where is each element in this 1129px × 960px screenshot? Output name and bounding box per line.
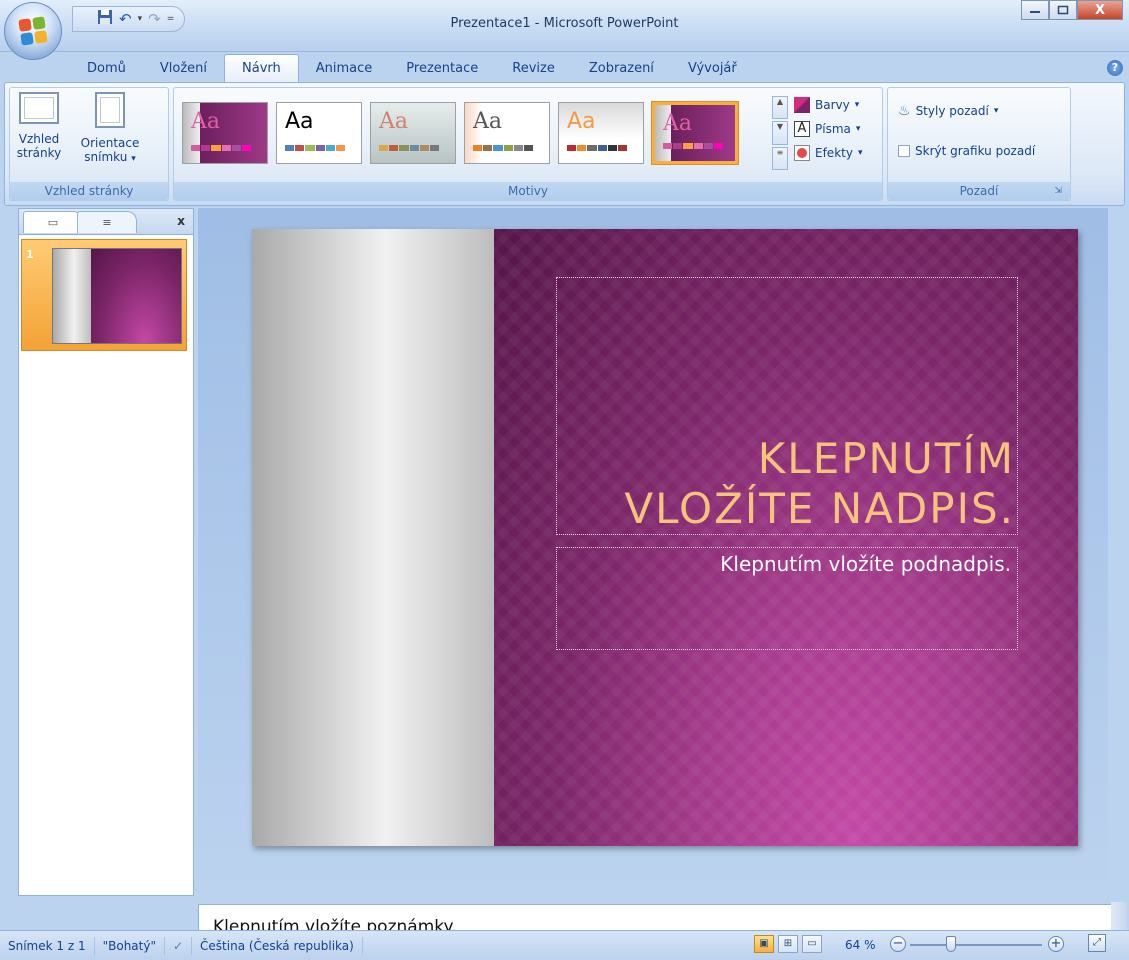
theme-thumb-label: Aa (663, 111, 693, 136)
theme-gallery: Aa Aa Aa Aa Aa Aa (182, 98, 767, 168)
window-title: Prezentace1 - Microsoft PowerPoint (450, 16, 679, 31)
tab-slideshow[interactable]: Prezentace (389, 56, 495, 82)
ribbon-tabs: Domů Vložení Návrh Animace Prezentace Re… (70, 54, 754, 82)
ribbon: Vzhled stránky Orientace snímku ▾ Vzhled… (4, 82, 1125, 206)
fonts-label: Písma (815, 122, 851, 136)
group-label-page-setup: Vzhled stránky (10, 182, 168, 200)
zoom-in-icon[interactable]: + (1048, 936, 1064, 952)
slide-gray-band (252, 229, 494, 846)
hide-graphics-label: Skrýt grafiku pozadí (915, 144, 1036, 158)
slide-counter: Snímek 1 z 1 (0, 936, 95, 955)
slide-title: KLEPNUTÍM VLOŽÍTE NADPIS. (557, 434, 1017, 534)
slide-orientation-button[interactable]: Orientace snímku ▾ (72, 92, 148, 166)
orientation-icon (95, 92, 125, 128)
slide-number: 1 (26, 248, 34, 261)
tab-animations[interactable]: Animace (299, 56, 390, 82)
notes-scrollbar[interactable] (1111, 902, 1127, 932)
theme-thumb-2[interactable]: Aa (276, 102, 362, 164)
window-controls: X (1021, 0, 1123, 20)
slideshow-button[interactable]: ▭ (802, 935, 822, 953)
slide-subtitle: Klepnutím vložíte podnadpis. (720, 552, 1011, 576)
colors-button[interactable]: Barvy ▾ (794, 94, 859, 116)
theme-thumb-label: Aa (191, 109, 221, 134)
slides-panel: ▭ ≡ x 1 (18, 208, 194, 896)
tab-view[interactable]: Zobrazení (572, 56, 671, 82)
group-label-background: Pozadí ⇲ (888, 182, 1070, 200)
theme-thumb-label: Aa (567, 109, 596, 134)
office-button[interactable] (4, 2, 62, 60)
tab-home[interactable]: Domů (70, 56, 143, 82)
slide-thumbnail-image (52, 248, 182, 344)
language-indicator[interactable]: Čeština (Česká republika) (192, 936, 363, 955)
slide-sorter-button[interactable]: ⊞ (778, 935, 798, 953)
group-themes: Aa Aa Aa Aa Aa Aa ▲ ▼ ≡ Barvy ▾ A Písma … (173, 87, 883, 201)
subtitle-placeholder[interactable]: Klepnutím vložíte podnadpis. (556, 547, 1018, 650)
theme-thumb-1[interactable]: Aa (182, 102, 268, 164)
colors-icon (794, 97, 810, 113)
close-button[interactable]: X (1077, 0, 1123, 20)
theme-gallery-scroll: ▲ ▼ ≡ (772, 96, 788, 170)
zoom-level[interactable]: 64 % (845, 938, 876, 952)
background-styles-label: Styly pozadí (915, 104, 989, 118)
theme-thumb-5[interactable]: Aa (558, 102, 644, 164)
slide-thumbnail-selected[interactable]: 1 (21, 239, 187, 351)
gallery-up-icon[interactable]: ▲ (772, 96, 788, 120)
tab-outline[interactable]: ≡ (77, 211, 137, 233)
slide-canvas[interactable]: KLEPNUTÍM VLOŽÍTE NADPIS. Klepnutím vlož… (252, 229, 1078, 846)
fonts-button[interactable]: A Písma ▾ (794, 118, 860, 140)
zoom-slider-thumb[interactable] (945, 936, 956, 952)
theme-thumb-label: Aa (379, 109, 409, 134)
gallery-more-icon[interactable]: ≡ (772, 146, 788, 170)
page-setup-icon (19, 92, 59, 124)
page-setup-label: Vzhled stránky (16, 132, 62, 160)
group-page-setup: Vzhled stránky Orientace snímku ▾ Vzhled… (9, 87, 169, 201)
slide-title-line1: KLEPNUTÍM (757, 434, 1015, 483)
dialog-launcher-icon[interactable]: ⇲ (1054, 182, 1062, 200)
close-panel-icon[interactable]: x (177, 214, 185, 228)
effects-button[interactable]: Efekty ▾ (794, 142, 862, 164)
group-label-themes: Motivy (174, 182, 882, 200)
effects-icon (794, 145, 810, 161)
help-icon[interactable]: ? (1107, 60, 1123, 76)
zoom-slider-track[interactable] (910, 944, 1042, 946)
spelling-check-icon[interactable]: ✓ (165, 936, 193, 955)
slide-title-line2: VLOŽÍTE NADPIS. (624, 484, 1015, 533)
office-logo-icon (18, 16, 48, 46)
paint-bucket-icon: ♨ (898, 103, 911, 119)
theme-name: "Bohatý" (95, 936, 165, 955)
group-background: ♨ Styly pozadí ▾ Skrýt grafiku pozadí Poz… (887, 87, 1071, 201)
theme-thumb-3[interactable]: Aa (370, 102, 456, 164)
effects-label: Efekty (815, 146, 853, 160)
theme-thumb-4[interactable]: Aa (464, 102, 550, 164)
zoom-out-icon[interactable]: − (890, 936, 906, 952)
fonts-icon: A (794, 121, 810, 137)
tab-design[interactable]: Návrh (224, 54, 299, 82)
tab-review[interactable]: Revize (495, 56, 572, 82)
maximize-button[interactable] (1049, 0, 1077, 20)
theme-thumb-label: Aa (285, 109, 314, 134)
background-group-title: Pozadí (959, 184, 999, 198)
theme-thumb-label: Aa (473, 109, 503, 134)
colors-label: Barvy (815, 98, 850, 112)
panel-tabs: ▭ ≡ x (19, 209, 193, 235)
fit-to-window-icon[interactable]: ⤢ (1088, 934, 1106, 952)
title-placeholder[interactable]: KLEPNUTÍM VLOŽÍTE NADPIS. (556, 277, 1018, 535)
tab-slides[interactable]: ▭ (23, 211, 83, 233)
normal-view-button[interactable]: ▣ (754, 935, 774, 953)
hide-background-graphics[interactable]: Skrýt grafiku pozadí (898, 140, 1035, 162)
hide-graphics-checkbox[interactable] (898, 145, 910, 157)
gallery-down-icon[interactable]: ▼ (772, 121, 788, 145)
minimize-button[interactable] (1021, 0, 1049, 20)
tab-developer[interactable]: Vývojář (671, 56, 754, 82)
page-setup-button[interactable]: Vzhled stránky (12, 92, 66, 160)
theme-thumb-6-selected[interactable]: Aa (652, 102, 738, 164)
tab-insert[interactable]: Vložení (143, 56, 224, 82)
view-buttons: ▣ ⊞ ▭ (754, 935, 822, 953)
orientation-dropdown-icon: ▾ (131, 154, 136, 164)
background-styles-button[interactable]: ♨ Styly pozadí ▾ (898, 100, 998, 122)
slide-purple-area: KLEPNUTÍM VLOŽÍTE NADPIS. Klepnutím vlož… (494, 229, 1078, 846)
